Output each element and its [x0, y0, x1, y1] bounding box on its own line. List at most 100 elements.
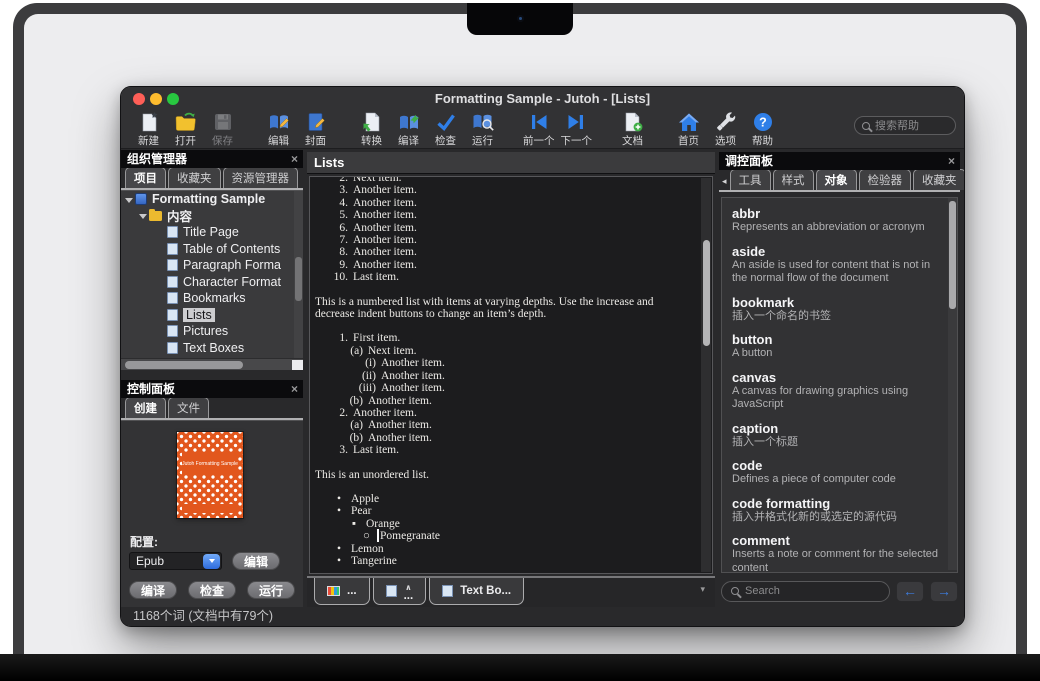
run-button[interactable]: 运行: [247, 581, 295, 599]
toolbar-compile-button[interactable]: 编译: [393, 111, 424, 148]
tab-styles[interactable]: 样式: [773, 169, 814, 190]
book-cover-thumbnail[interactable]: Jutoh Formatting Sample: [177, 432, 243, 518]
tab-favorites[interactable]: 收藏夹: [168, 167, 221, 188]
grid-icon: [327, 586, 340, 596]
forward-arrow-button[interactable]: [930, 581, 958, 602]
close-icon[interactable]: [291, 380, 298, 398]
tree-item[interactable]: Table of Contents: [121, 241, 303, 258]
toolbar-run-button[interactable]: 运行: [467, 111, 498, 148]
document-tab-2[interactable]: ...: [373, 578, 427, 605]
doc-list-item: 4.Another item.: [315, 197, 700, 209]
doc-list-item: 8.Another item.: [315, 246, 700, 258]
chevron-down-icon[interactable]: [203, 554, 220, 569]
tab-scroll-left-icon[interactable]: [722, 176, 727, 187]
tab-objects[interactable]: 对象: [816, 169, 857, 190]
toolbar-save-button[interactable]: 保存: [207, 111, 238, 148]
tree-item[interactable]: Lists: [121, 307, 303, 324]
document-tab-text-boxes[interactable]: Text Bo...: [429, 578, 524, 605]
tree-item[interactable]: Title Page: [121, 224, 303, 241]
toolbar-previous-button[interactable]: 前一个: [523, 111, 555, 148]
object-entry[interactable]: aside An aside is used for content that …: [732, 244, 947, 286]
tree-item[interactable]: 内容: [121, 208, 303, 225]
title-bar[interactable]: Formatting Sample - Jutoh - [Lists]: [121, 87, 964, 109]
toolbar-help-button[interactable]: ? 帮助: [747, 111, 778, 148]
tree-item[interactable]: Pictures: [121, 323, 303, 340]
tab-files[interactable]: 文件: [168, 397, 209, 418]
help-search-input[interactable]: [875, 120, 948, 132]
toolbar-label: 转换: [361, 133, 382, 148]
tree-item-icon: [167, 243, 178, 255]
tab-menu-icon[interactable]: [700, 584, 705, 595]
close-icon[interactable]: [291, 150, 298, 168]
object-list[interactable]: abbr Represents an abbreviation or acron…: [721, 197, 958, 573]
toolbar-next-button[interactable]: 下一个: [561, 111, 593, 148]
object-entry[interactable]: abbr Represents an abbreviation or acron…: [732, 206, 947, 235]
palette-search-input[interactable]: [745, 585, 880, 597]
toolbar-options-button[interactable]: 选项: [710, 111, 741, 148]
tree-horizontal-scrollbar[interactable]: [121, 358, 303, 370]
object-entry[interactable]: comment Inserts a note or comment for th…: [732, 533, 947, 573]
tree-item[interactable]: Bookmarks: [121, 290, 303, 307]
previous-icon: [527, 111, 551, 133]
list-marker: •: [315, 543, 341, 555]
scroll-thumb[interactable]: [703, 240, 710, 346]
main-area: 组织管理器 项目 收藏夹 资源管理器: [121, 150, 964, 607]
control-panel-header: 控制面板: [121, 380, 303, 398]
tree-item[interactable]: Paragraph Forma: [121, 257, 303, 274]
document-content[interactable]: 2.Next item. 3.Another item. 4.Another i…: [310, 177, 700, 573]
tab-tools[interactable]: 工具: [730, 169, 771, 190]
toolbar-convert-button[interactable]: 转换: [356, 111, 387, 148]
edit-config-button[interactable]: 编辑: [232, 552, 280, 570]
scroll-thumb[interactable]: [949, 201, 956, 309]
object-entry[interactable]: code formatting 插入并格式化新的或选定的源代码: [732, 496, 947, 525]
compile-button[interactable]: 编译: [129, 581, 177, 599]
back-arrow-button[interactable]: [896, 581, 924, 602]
list-text: Another item.: [353, 234, 417, 246]
list-marker: ○: [315, 530, 370, 542]
check-button[interactable]: 检查: [188, 581, 236, 599]
tree-item[interactable]: Character Format: [121, 274, 303, 291]
tab-inspector[interactable]: 检验器: [859, 169, 912, 190]
tab-resources[interactable]: 资源管理器: [223, 167, 299, 188]
tree-item[interactable]: Formatting Sample: [121, 191, 303, 208]
numbered-list: 2.Next item. 3.Another item. 4.Another i…: [315, 177, 700, 284]
document-scrollbar[interactable]: [701, 178, 711, 572]
toolbar-cover-button[interactable]: 封面: [300, 111, 331, 148]
document-tab-1[interactable]: ...: [314, 578, 370, 605]
toolbar-new-button[interactable]: 新建: [133, 111, 164, 148]
status-bar: 1168个词 (文档中有79个): [121, 607, 964, 626]
toolbar-check-button[interactable]: 检查: [430, 111, 461, 148]
tab-favorites[interactable]: 收藏夹: [913, 169, 964, 190]
tree-item-icon: [135, 193, 147, 205]
scroll-thumb[interactable]: [295, 257, 302, 301]
object-entry[interactable]: caption 插入一个标题: [732, 421, 947, 450]
toolbar-open-button[interactable]: 打开: [170, 111, 201, 148]
toolbar-home-button[interactable]: 首页: [673, 111, 704, 148]
help-search-field[interactable]: [854, 116, 956, 135]
toolbar-label: 下一个: [561, 133, 593, 148]
palette-scrollbar[interactable]: [948, 198, 957, 570]
object-entry[interactable]: canvas A canvas for drawing graphics usi…: [732, 370, 947, 412]
tab-create[interactable]: 创建: [125, 397, 166, 418]
project-tree[interactable]: Formatting Sample 内容 Title Page: [121, 190, 303, 358]
object-name: button: [732, 332, 947, 347]
document-area[interactable]: 2.Next item. 3.Another item. 4.Another i…: [309, 176, 713, 574]
object-entry[interactable]: code Defines a piece of computer code: [732, 458, 947, 487]
list-text: Pomegranate: [380, 530, 440, 542]
tab-project[interactable]: 项目: [125, 167, 166, 188]
tree-item-label: Paragraph Forma: [183, 258, 281, 272]
config-dropdown[interactable]: Epub: [129, 552, 222, 570]
chevron-down-icon[interactable]: [125, 196, 135, 203]
chevron-down-icon[interactable]: [139, 212, 149, 219]
tree-vertical-scrollbar[interactable]: [294, 191, 303, 358]
toolbar-documents-button[interactable]: 文档: [617, 111, 648, 148]
tree-item[interactable]: Text Boxes: [121, 340, 303, 357]
toolbar-edit-button[interactable]: 编辑: [263, 111, 294, 148]
doc-list-item: •Tangerine: [315, 555, 700, 567]
palette-search-field[interactable]: [721, 581, 890, 602]
close-icon[interactable]: [948, 152, 955, 170]
object-entry[interactable]: bookmark 插入一个命名的书签: [732, 295, 947, 324]
scroll-thumb[interactable]: [125, 361, 243, 369]
object-entry[interactable]: button A button: [732, 332, 947, 361]
resize-corner[interactable]: [292, 360, 303, 370]
